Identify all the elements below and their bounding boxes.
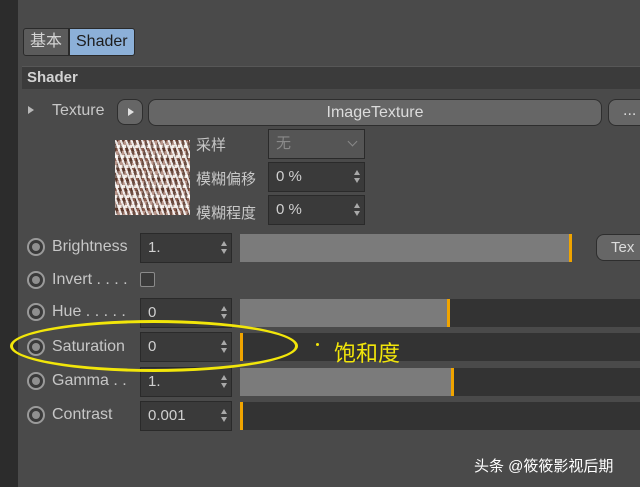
invert-checkbox[interactable]	[140, 272, 155, 287]
annotation-text: 饱和度	[334, 341, 401, 366]
gamma-slider[interactable]	[240, 368, 640, 396]
blur-degree-label: 模糊程度	[196, 205, 257, 222]
section-header: Shader	[22, 66, 640, 89]
invert-animate-radio[interactable]	[27, 271, 45, 289]
expand-arrow-icon[interactable]	[28, 106, 34, 114]
slider-fill	[240, 368, 451, 396]
slider-handle[interactable]	[569, 234, 572, 262]
brightness-value: 1.	[148, 239, 161, 256]
tab-basic[interactable]: 基本	[23, 28, 69, 56]
hue-animate-radio[interactable]	[27, 303, 45, 321]
stepper-arrows-icon[interactable]	[221, 375, 227, 389]
section-title: Shader	[27, 69, 78, 86]
brightness-slider[interactable]	[240, 234, 572, 262]
left-dark-margin	[0, 0, 18, 487]
watermark: 头条 @筱筱影视后期	[474, 458, 614, 475]
texture-thumbnail	[115, 140, 190, 215]
hue-value: 0	[148, 304, 157, 321]
saturation-slider[interactable]	[240, 333, 640, 361]
texture-side-button[interactable]: Tex	[596, 234, 640, 261]
slider-handle[interactable]	[451, 368, 454, 396]
slider-fill	[240, 234, 569, 262]
sampling-value: 无	[276, 135, 292, 152]
stepper-arrows-icon[interactable]	[221, 306, 227, 320]
stepper-arrows-icon[interactable]	[354, 170, 360, 184]
blur-degree-field[interactable]: 0 %	[268, 195, 365, 225]
chevron-down-icon	[347, 136, 358, 147]
annotation-dot	[316, 343, 319, 346]
stepper-arrows-icon[interactable]	[354, 203, 360, 217]
slider-fill	[240, 299, 447, 327]
contrast-field[interactable]: 0.001	[140, 401, 232, 431]
play-arrow-icon	[128, 108, 134, 116]
brightness-animate-radio[interactable]	[27, 238, 45, 256]
contrast-animate-radio[interactable]	[27, 406, 45, 424]
blur-offset-value: 0 %	[276, 168, 302, 185]
blur-degree-value: 0 %	[276, 201, 302, 218]
hue-label: Hue . . . . .	[52, 303, 126, 320]
slider-handle[interactable]	[240, 402, 243, 430]
texture-menu-button[interactable]	[117, 99, 143, 125]
contrast-label: Contrast	[52, 406, 113, 423]
invert-label: Invert . . . .	[52, 271, 128, 288]
stepper-arrows-icon[interactable]	[221, 409, 227, 423]
gamma-label: Gamma . .	[52, 372, 127, 389]
hue-slider[interactable]	[240, 299, 640, 327]
tab-bar: 基本 Shader	[23, 28, 135, 56]
brightness-field[interactable]: 1.	[140, 233, 232, 263]
contrast-value: 0.001	[148, 407, 186, 424]
more-button[interactable]: ...	[608, 99, 640, 126]
texture-label: Texture	[52, 102, 105, 119]
blur-offset-label: 模糊偏移	[196, 171, 257, 188]
annotation-ellipse	[10, 320, 298, 372]
blur-offset-field[interactable]: 0 %	[268, 162, 365, 192]
slider-handle[interactable]	[447, 299, 450, 327]
gamma-value: 1.	[148, 373, 161, 390]
sampling-select[interactable]: 无	[268, 129, 365, 159]
tab-shader[interactable]: Shader	[69, 28, 135, 56]
sampling-label: 采样	[196, 137, 227, 154]
stepper-arrows-icon[interactable]	[221, 241, 227, 255]
image-texture-button[interactable]: ImageTexture	[148, 99, 602, 126]
contrast-slider[interactable]	[240, 402, 640, 430]
gamma-animate-radio[interactable]	[27, 372, 45, 390]
brightness-label: Brightness	[52, 238, 128, 255]
